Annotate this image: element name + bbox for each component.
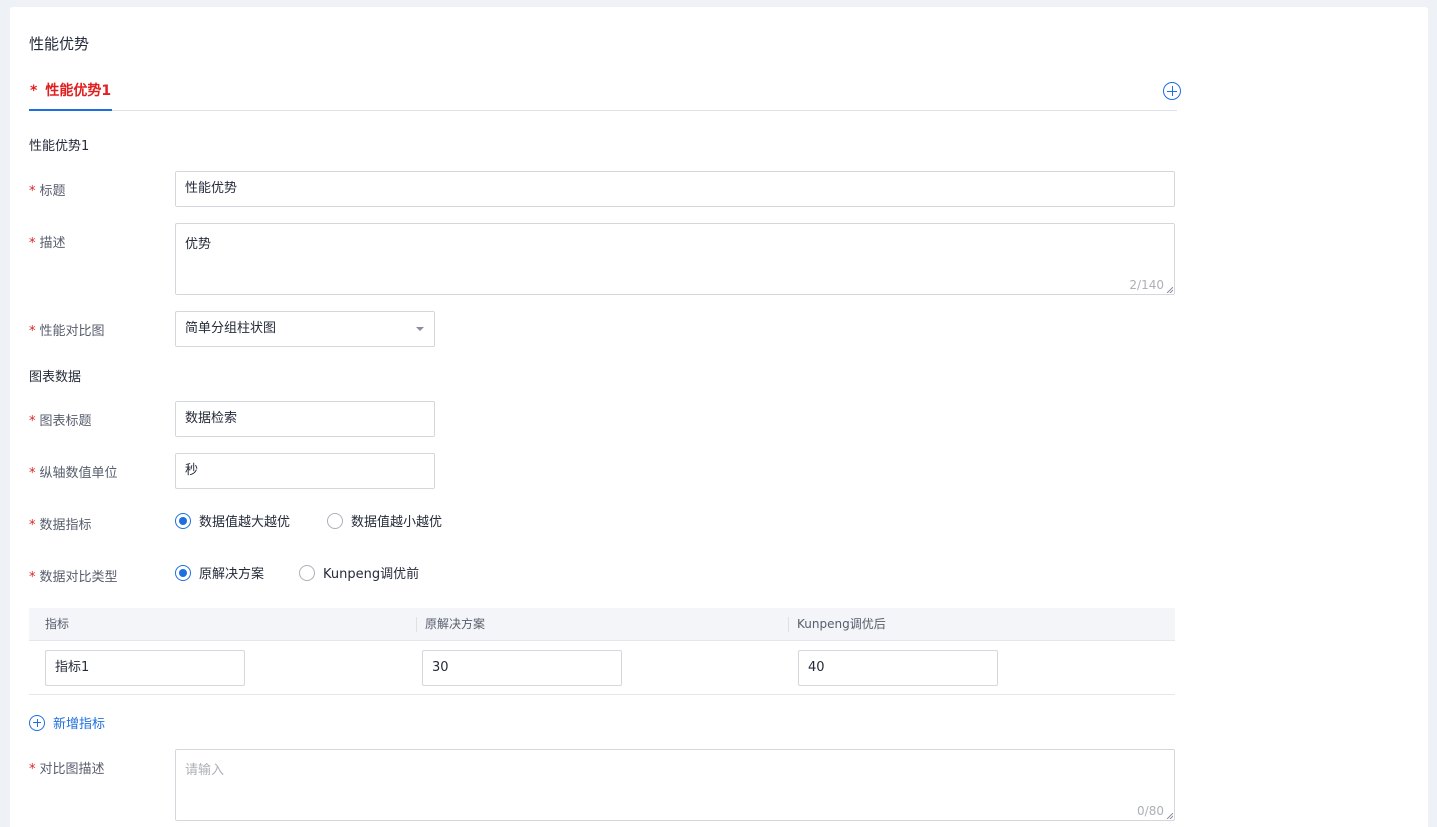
- resize-handle-icon[interactable]: [1167, 813, 1173, 819]
- plus-circle-icon: [29, 714, 45, 731]
- column-divider: [416, 617, 417, 632]
- radio-checked-icon: [175, 512, 191, 529]
- radio-unchecked-icon: [299, 564, 315, 581]
- compare-desc-counter: 0/80: [1137, 804, 1164, 818]
- description-label: * 描述: [29, 236, 66, 251]
- description-counter: 2/140: [1129, 278, 1164, 292]
- table-header: 指标 原解决方案 Kunpeng调优后: [29, 608, 1175, 641]
- add-metric-button[interactable]: 新增指标: [29, 713, 105, 732]
- chart-group-title: 图表数据: [29, 370, 82, 385]
- metric-name-input[interactable]: 指标1: [45, 650, 245, 686]
- section-title: 性能优势: [29, 35, 90, 53]
- metrics-table: 指标 原解决方案 Kunpeng调优后 指标1 30 40: [29, 608, 1175, 695]
- chart-type-value: 简单分组柱状图: [185, 321, 277, 336]
- radio-original-solution[interactable]: 原解决方案: [175, 563, 264, 582]
- column-header-kunpeng: Kunpeng调优后: [797, 617, 886, 631]
- column-header-original: 原解决方案: [425, 617, 486, 631]
- radio-larger-better[interactable]: 数据值越大越优: [175, 511, 290, 530]
- compare-desc-textarea[interactable]: 请输入 0/80: [175, 749, 1175, 821]
- group-title: 性能优势1: [29, 139, 90, 154]
- kunpeng-value-input[interactable]: 40: [798, 650, 998, 686]
- chart-type-select[interactable]: 简单分组柱状图: [175, 311, 435, 347]
- required-mark: *: [30, 83, 38, 99]
- radio-checked-icon: [175, 564, 191, 581]
- original-value-input[interactable]: 30: [422, 650, 622, 686]
- radio-kunpeng-before[interactable]: Kunpeng调优前: [299, 563, 419, 582]
- chart-title-input[interactable]: 数据检索: [175, 401, 435, 437]
- y-unit-input[interactable]: 秒: [175, 453, 435, 489]
- chart-type-label: * 性能对比图: [29, 324, 105, 339]
- metric-direction-label: * 数据指标: [29, 518, 92, 533]
- y-unit-label: * 纵轴数值单位: [29, 466, 118, 481]
- compare-desc-label: * 对比图描述: [29, 762, 105, 777]
- column-header-metric: 指标: [45, 617, 70, 631]
- title-label: * 标题: [29, 184, 66, 199]
- tab-performance-advantage-1[interactable]: * 性能优势1: [29, 71, 113, 111]
- column-divider: [788, 617, 789, 632]
- caret-down-icon: [416, 327, 424, 331]
- description-textarea[interactable]: 优势 2/140: [175, 223, 1175, 295]
- radio-smaller-better[interactable]: 数据值越小越优: [327, 511, 442, 530]
- tab-bar: * 性能优势1: [29, 71, 1181, 111]
- resize-handle-icon[interactable]: [1167, 287, 1173, 293]
- add-tab-icon[interactable]: [1163, 82, 1181, 100]
- title-input[interactable]: 性能优势: [175, 171, 1175, 207]
- table-row: 指标1 30 40: [29, 641, 1175, 695]
- tab-label: 性能优势1: [45, 83, 112, 99]
- form-card: 性能优势 * 性能优势1 性能优势1 * 标题 性能优势 * 描述 优势 2/140 …: [10, 7, 1428, 827]
- radio-unchecked-icon: [327, 512, 343, 529]
- description-value: 优势: [185, 237, 212, 252]
- compare-type-label: * 数据对比类型: [29, 570, 118, 585]
- chart-title-label: * 图表标题: [29, 414, 92, 429]
- compare-desc-placeholder: 请输入: [185, 763, 225, 778]
